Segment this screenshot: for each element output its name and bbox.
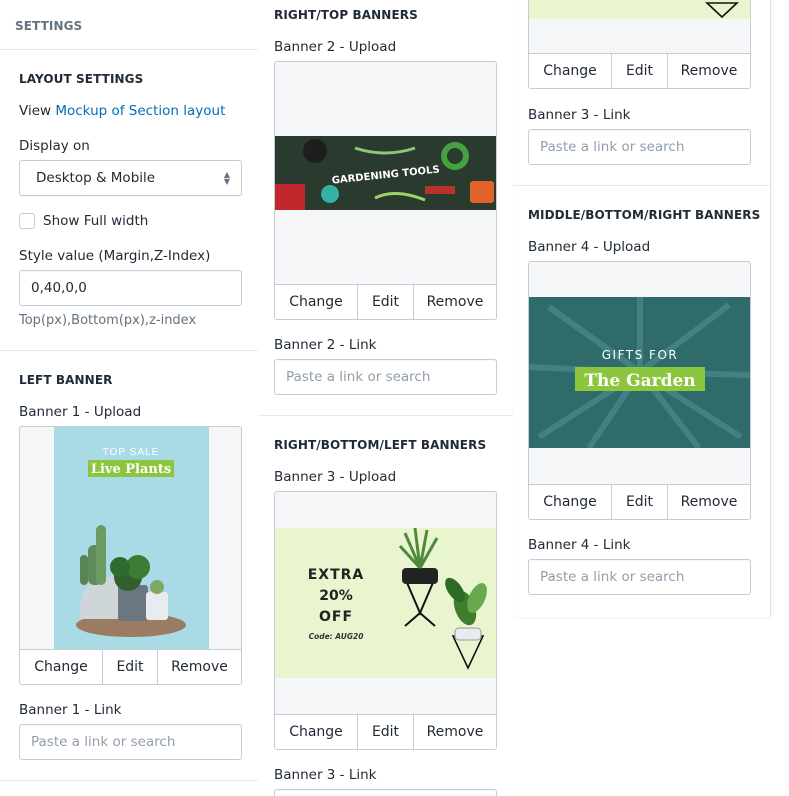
settings-column-right: Change Edit Remove Banner 3 - Link Paste…	[513, 0, 771, 617]
banner1-actions: Change Edit Remove	[20, 649, 241, 684]
banner3-link-label: Banner 3 - Link	[274, 767, 377, 783]
style-value-help: Top(px),Bottom(px),z-index	[19, 313, 197, 328]
banner1-title-text: Live Plants	[91, 462, 171, 477]
divider	[0, 350, 258, 351]
banner2-actions: Change Edit Remove	[275, 284, 496, 319]
mockup-layout-link[interactable]: Mockup of Section layout	[55, 103, 225, 119]
banner4-link-label: Banner 4 - Link	[528, 537, 631, 553]
banner1-uploader: TOP SALE Live Plants Change Edit Remove	[19, 426, 242, 685]
divider	[513, 185, 770, 186]
middle-bottom-right-heading: MIDDLE/BOTTOM/RIGHT BANNERS	[528, 208, 761, 222]
banner4-edit-button[interactable]: Edit	[612, 485, 668, 519]
banner2-edit-button[interactable]: Edit	[358, 285, 414, 319]
banner3-uploader: EXTRA 20% OFF Code: AUG20 Change Edit Re…	[274, 491, 497, 750]
divider	[0, 49, 258, 50]
banner1-remove-button[interactable]: Remove	[158, 650, 241, 684]
show-full-width-label: Show Full width	[43, 213, 149, 229]
banner3-actions-top: Change Edit Remove	[529, 53, 750, 88]
banner3-line2: 20%	[319, 588, 353, 604]
banner3-remove-button-top[interactable]: Remove	[668, 54, 750, 88]
settings-column-middle: RIGHT/TOP BANNERS Banner 2 - Upload GARD…	[258, 0, 513, 796]
banner3-code: Code: AUG20	[309, 632, 364, 641]
banner4-line1: GIFTS FOR	[602, 348, 678, 362]
left-banner-heading: LEFT BANNER	[19, 373, 113, 387]
banner1-link-label: Banner 1 - Link	[19, 702, 122, 718]
banner3-link-input[interactable]	[274, 789, 497, 796]
banner3-change-button[interactable]: Change	[275, 715, 358, 749]
banner2-link-label: Banner 2 - Link	[274, 337, 377, 353]
banner3-image-top	[529, 0, 750, 19]
banner3-line3: OFF	[319, 609, 353, 625]
banner1-upload-label: Banner 1 - Upload	[19, 404, 142, 420]
settings-column-left: SETTINGS LAYOUT SETTINGS View Mockup of …	[0, 0, 258, 796]
view-mockup-line: View Mockup of Section layout	[19, 103, 225, 119]
settings-header: SETTINGS	[0, 0, 258, 50]
view-prefix: View	[19, 103, 52, 119]
banner1-change-button[interactable]: Change	[20, 650, 103, 684]
show-full-width-checkbox[interactable]	[19, 213, 35, 229]
select-chevron-icon: ▲ ▼	[223, 170, 230, 186]
banner4-change-button[interactable]: Change	[529, 485, 612, 519]
banner2-upload-label: Banner 2 - Upload	[274, 39, 397, 55]
display-on-select[interactable]: Desktop & Mobile ▲ ▼	[19, 160, 242, 196]
banner3-change-button-top[interactable]: Change	[529, 54, 612, 88]
banner4-image: GIFTS FOR The Garden	[529, 297, 750, 448]
right-top-heading: RIGHT/TOP BANNERS	[274, 8, 418, 22]
banner4-upload-label: Banner 4 - Upload	[528, 239, 651, 255]
banner3-line1: EXTRA	[308, 567, 365, 583]
style-value-input[interactable]: 0,40,0,0	[19, 270, 242, 306]
layout-settings-heading: LAYOUT SETTINGS	[19, 72, 144, 86]
banner3-link-label-top: Banner 3 - Link	[528, 107, 631, 123]
banner3-remove-button[interactable]: Remove	[414, 715, 496, 749]
divider	[258, 415, 513, 416]
banner3-uploader-top: Change Edit Remove	[528, 0, 751, 89]
banner4-remove-button[interactable]: Remove	[668, 485, 750, 519]
banner1-link-input[interactable]: Paste a link or search	[19, 724, 242, 760]
banner2-change-button[interactable]: Change	[275, 285, 358, 319]
banner2-remove-button[interactable]: Remove	[414, 285, 496, 319]
divider	[0, 780, 258, 781]
banner2-uploader: GARDENING TOOLS Change Edit Remove	[274, 61, 497, 320]
right-bottom-left-heading: RIGHT/BOTTOM/LEFT BANNERS	[274, 438, 487, 452]
display-on-value: Desktop & Mobile	[36, 170, 156, 186]
banner3-upload-label: Banner 3 - Upload	[274, 469, 397, 485]
banner3-actions: Change Edit Remove	[275, 714, 496, 749]
banner4-link-input[interactable]: Paste a link or search	[528, 559, 751, 595]
banner1-image: TOP SALE Live Plants	[20, 427, 241, 650]
banner3-link-input-top[interactable]: Paste a link or search	[528, 129, 751, 165]
settings-title: SETTINGS	[15, 19, 83, 33]
banner3-edit-button-top[interactable]: Edit	[612, 54, 668, 88]
banner4-line2: The Garden	[584, 371, 695, 391]
banner3-edit-button[interactable]: Edit	[358, 715, 414, 749]
banner1-top-text: TOP SALE	[103, 447, 160, 458]
display-on-label: Display on	[19, 138, 90, 154]
banner2-image: GARDENING TOOLS	[275, 136, 496, 210]
banner1-edit-button[interactable]: Edit	[103, 650, 158, 684]
style-value-label: Style value (Margin,Z-Index)	[19, 248, 211, 264]
banner4-actions: Change Edit Remove	[529, 484, 750, 519]
banner2-link-input[interactable]: Paste a link or search	[274, 359, 497, 395]
banner3-image: EXTRA 20% OFF Code: AUG20	[275, 528, 496, 678]
banner4-uploader: GIFTS FOR The Garden Change Edit Remove	[528, 261, 751, 520]
